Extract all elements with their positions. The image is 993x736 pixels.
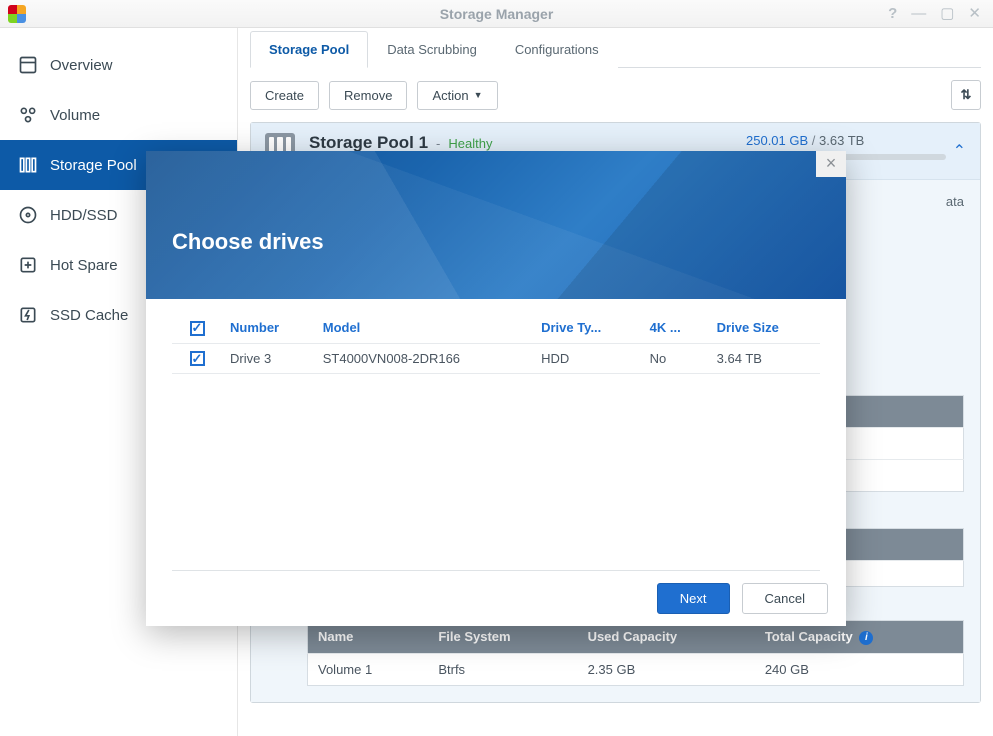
storage-allocation-table: Name File System Used Capacity Total Cap… [307,620,964,686]
sidebar-item-label: Overview [50,57,113,74]
titlebar: Storage Manager ? — ▢ ✕ [0,0,993,28]
hdd-icon [18,205,38,225]
sidebar-item-label: Hot Spare [50,257,118,274]
tab-storage-pool[interactable]: Storage Pool [250,31,368,68]
drive-type: HDD [533,343,642,374]
col-select-all[interactable]: ✓ [172,313,222,343]
modal-footer: Next Cancel [146,571,846,626]
help-icon[interactable]: ? [888,6,897,21]
total-capacity: 3.63 TB [819,133,864,148]
tab-configurations[interactable]: Configurations [496,31,618,68]
col-model[interactable]: Model [315,313,533,343]
drive-4k: No [642,343,709,374]
alloc-used: 2.35 GB [578,653,755,685]
tabs: Storage Pool Data Scrubbing Configuratio… [250,30,981,68]
toolbar: Create Remove Action ▼ ⇅ [250,68,981,122]
info-icon[interactable]: i [859,631,873,645]
action-label: Action [432,88,468,103]
sidebar-item-volume[interactable]: Volume [0,90,237,140]
row-checkbox[interactable]: ✓ [190,351,205,366]
sort-button[interactable]: ⇅ [951,80,981,110]
ssd-cache-icon [18,305,38,325]
drive-model: ST4000VN008-2DR166 [315,343,533,374]
table-row: Volume 1 Btrfs 2.35 GB 240 GB [308,653,964,685]
alloc-name: Volume 1 [308,653,429,685]
sidebar-item-label: SSD Cache [50,307,128,324]
close-icon[interactable]: ✕ [968,6,981,21]
window-controls: ? — ▢ ✕ [888,6,993,21]
maximize-icon[interactable]: ▢ [940,6,954,21]
cancel-button[interactable]: Cancel [742,583,828,614]
choose-drives-modal: × Choose drives ✓ Number Model Drive Ty.… [146,151,846,626]
alloc-total: 240 GB [755,653,964,685]
used-capacity: 250.01 GB [746,133,808,148]
sidebar-item-label: Storage Pool [50,157,137,174]
app-icon [8,5,26,23]
action-button[interactable]: Action ▼ [417,81,497,110]
col-drive-type[interactable]: Drive Ty... [533,313,642,343]
col-number[interactable]: Number [222,313,315,343]
modal-close-button[interactable]: × [816,151,846,177]
overview-icon [18,55,38,75]
select-all-checkbox[interactable]: ✓ [190,321,205,336]
volume-icon [18,105,38,125]
sidebar-item-label: HDD/SSD [50,207,118,224]
sidebar-item-overview[interactable]: Overview [0,40,237,90]
next-button[interactable]: Next [657,583,730,614]
minimize-icon[interactable]: — [911,6,926,21]
modal-body: ✓ Number Model Drive Ty... 4K ... Drive … [146,299,846,570]
collapse-icon[interactable]: ⌃ [953,141,966,161]
col-4k[interactable]: 4K ... [642,313,709,343]
remove-button[interactable]: Remove [329,81,407,110]
drive-select-table: ✓ Number Model Drive Ty... 4K ... Drive … [172,313,820,374]
create-button[interactable]: Create [250,81,319,110]
pool-title: Storage Pool 1 [309,133,428,153]
table-row[interactable]: ✓ Drive 3 ST4000VN008-2DR166 HDD No 3.64… [172,343,820,374]
tab-data-scrubbing[interactable]: Data Scrubbing [368,31,496,68]
alloc-fs: Btrfs [428,653,577,685]
drive-size: 3.64 TB [709,343,820,374]
sidebar-item-label: Volume [50,107,100,124]
storage-pool-icon [18,155,38,175]
col-drive-size[interactable]: Drive Size [709,313,820,343]
pool-status: Healthy [448,136,492,151]
window-title: Storage Manager [0,6,993,22]
hot-spare-icon [18,255,38,275]
drive-number: Drive 3 [222,343,315,374]
modal-title: Choose drives [172,229,324,255]
caret-down-icon: ▼ [474,90,483,100]
modal-header: × Choose drives [146,151,846,299]
